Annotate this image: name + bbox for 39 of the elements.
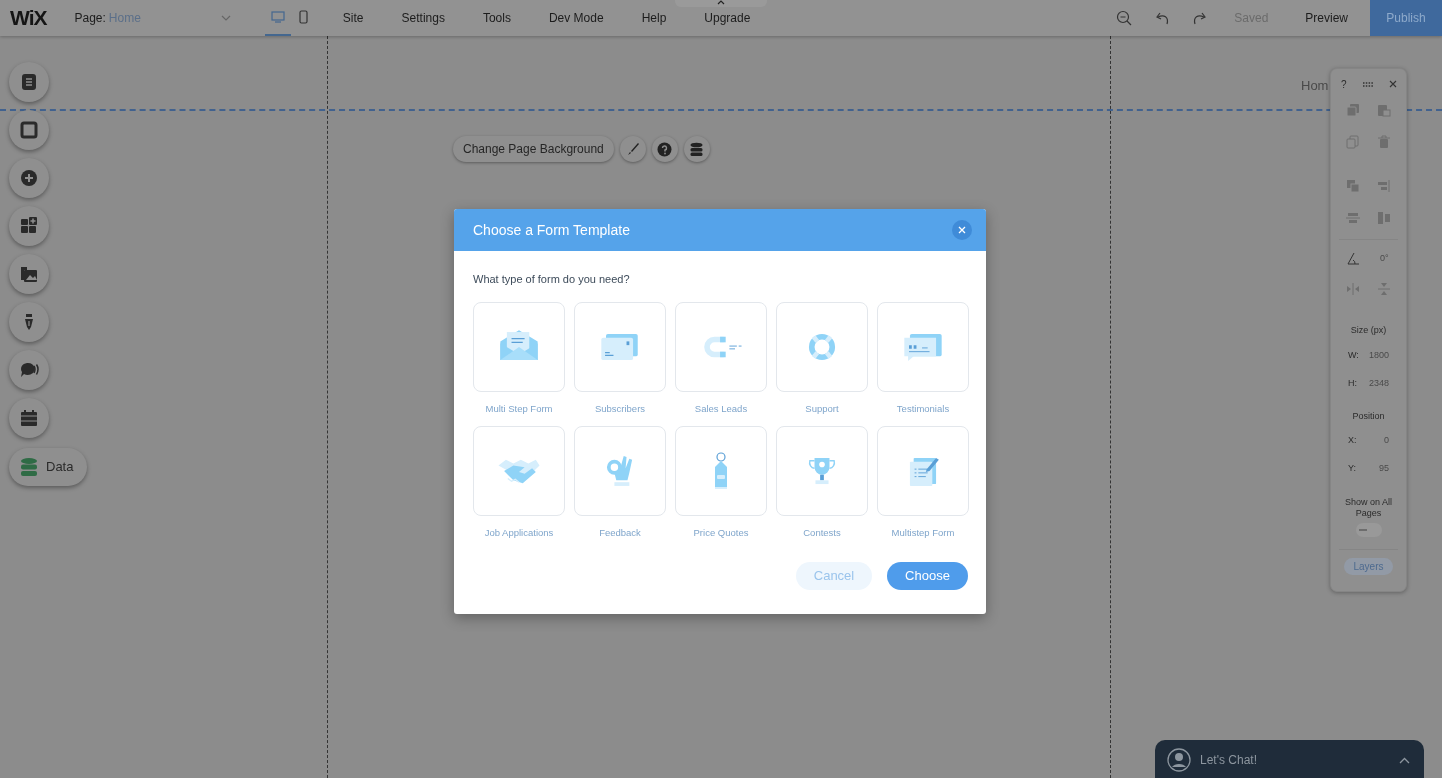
logo[interactable]: WiX [10, 2, 47, 34]
menu-item[interactable]: Dev Mode [548, 9, 604, 27]
width-label: W: [1348, 348, 1359, 362]
menu-item[interactable]: Site [342, 9, 364, 27]
chat-label: Let's Chat! [1200, 752, 1258, 769]
position-title: Position [1351, 409, 1386, 423]
template-label: Job Applications [483, 525, 555, 540]
template-label: Multistep Form [890, 525, 956, 540]
template-label: Contests [802, 525, 842, 540]
width-field[interactable]: 1800 [1368, 348, 1389, 363]
height-field[interactable]: 2348 [1368, 376, 1389, 391]
template-label: Sales Leads [693, 401, 749, 416]
change-background-button[interactable]: Change Page Background [453, 136, 614, 162]
page-title: Hom [1301, 77, 1329, 95]
choose-button[interactable]: Choose [887, 562, 968, 590]
dialog-title: Choose a Form Template [473, 220, 630, 240]
size-title: Size (px) [1349, 324, 1388, 337]
help-icon[interactable]: ? [1341, 76, 1347, 92]
template-label: Price Quotes [692, 525, 750, 540]
chat-widget[interactable]: Let's Chat! [1155, 740, 1424, 778]
menu-item[interactable]: Help [641, 9, 667, 27]
menu-item[interactable]: Upgrade [704, 9, 751, 27]
preview-button[interactable]: Preview [1305, 9, 1348, 27]
publish-button[interactable]: Publish [1370, 0, 1442, 36]
page-label: Page: [74, 10, 106, 27]
template-label: Testimonials [895, 401, 951, 416]
data-button[interactable]: Data [9, 448, 87, 486]
y-position-label: Y: [1348, 462, 1356, 476]
menu-item[interactable]: Settings [401, 9, 445, 27]
x-position-label: X: [1348, 434, 1357, 448]
template-label: Feedback [598, 525, 642, 540]
template-label: Subscribers [593, 401, 647, 416]
dialog-question: What type of form do you need? [473, 272, 631, 287]
show-on-all-pages-label: Show on All Pages [1344, 497, 1393, 519]
template-label: Multi Step Form [484, 401, 554, 416]
height-label: H: [1348, 376, 1357, 390]
template-label: Support [804, 401, 840, 416]
menu-item[interactable]: Tools [482, 9, 511, 27]
y-position-field[interactable]: 95 [1379, 462, 1389, 476]
